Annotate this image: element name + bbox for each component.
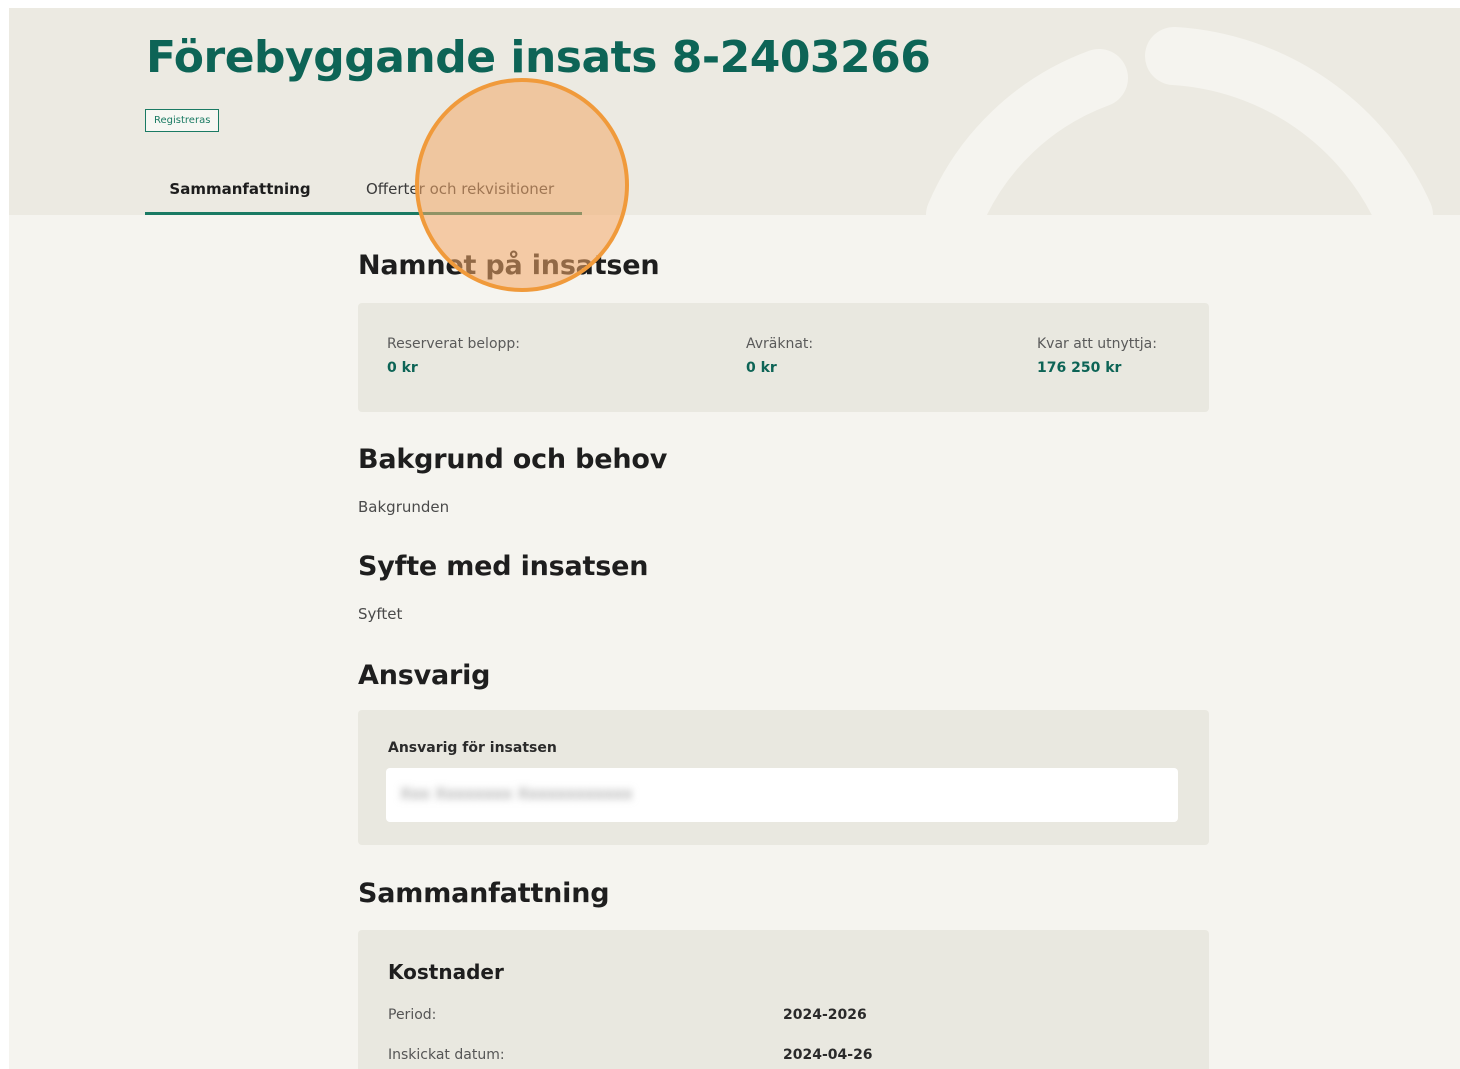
costs-heading: Kostnader (388, 960, 504, 984)
tab-sammanfattning[interactable]: Sammanfattning (145, 174, 335, 215)
tab-offerter-och-rekvisitioner[interactable]: Offerter och rekvisitioner (366, 174, 554, 215)
section-heading-summary: Sammanfattning (358, 878, 610, 909)
section-heading-background: Bakgrund och behov (358, 444, 668, 475)
reserved-amount-value: 0 kr (387, 360, 418, 376)
responsible-field-value: Xxx Xxxxxxxx Xxxxxxxxxxxx (400, 784, 633, 803)
tab-active-indicator (145, 212, 582, 215)
section-heading-purpose: Syfte med insatsen (358, 551, 649, 582)
status-badge: Registreras (145, 109, 220, 132)
responsible-field-label: Ansvarig för insatsen (388, 740, 557, 756)
costs-card: Kostnader Period: 2024-2026 Inskickat da… (358, 930, 1209, 1069)
responsible-card: Ansvarig för insatsen Xxx Xxxxxxxx Xxxxx… (358, 710, 1209, 845)
remaining-amount-value: 176 250 kr (1037, 360, 1122, 376)
submitted-date-label: Inskickat datum: (388, 1047, 505, 1063)
background-text: Bakgrunden (358, 498, 450, 516)
settled-amount-label: Avräknat: (746, 336, 814, 352)
purpose-text: Syftet (358, 605, 403, 623)
budget-summary-card: Reserverat belopp: 0 kr Avräknat: 0 kr K… (358, 303, 1209, 412)
period-value: 2024-2026 (783, 1007, 867, 1023)
page-header: Förebyggande insats 8-2403266 Registrera… (9, 8, 1460, 215)
remaining-amount-label: Kvar att utnyttja: (1037, 336, 1157, 352)
section-heading-responsible: Ansvarig (358, 660, 491, 691)
page-title: Förebyggande insats 8-2403266 (146, 32, 931, 83)
submitted-date-value: 2024-04-26 (783, 1047, 873, 1063)
period-label: Period: (388, 1007, 437, 1023)
responsible-field[interactable]: Xxx Xxxxxxxx Xxxxxxxxxxxx (386, 768, 1178, 822)
tab-bar: Sammanfattning Offerter och rekvisitione… (145, 174, 582, 215)
page: Förebyggande insats 8-2403266 Registrera… (9, 8, 1460, 1069)
reserved-amount-label: Reserverat belopp: (387, 336, 520, 352)
settled-amount-value: 0 kr (746, 360, 777, 376)
section-heading-name: Namnet på insatsen (358, 250, 660, 281)
